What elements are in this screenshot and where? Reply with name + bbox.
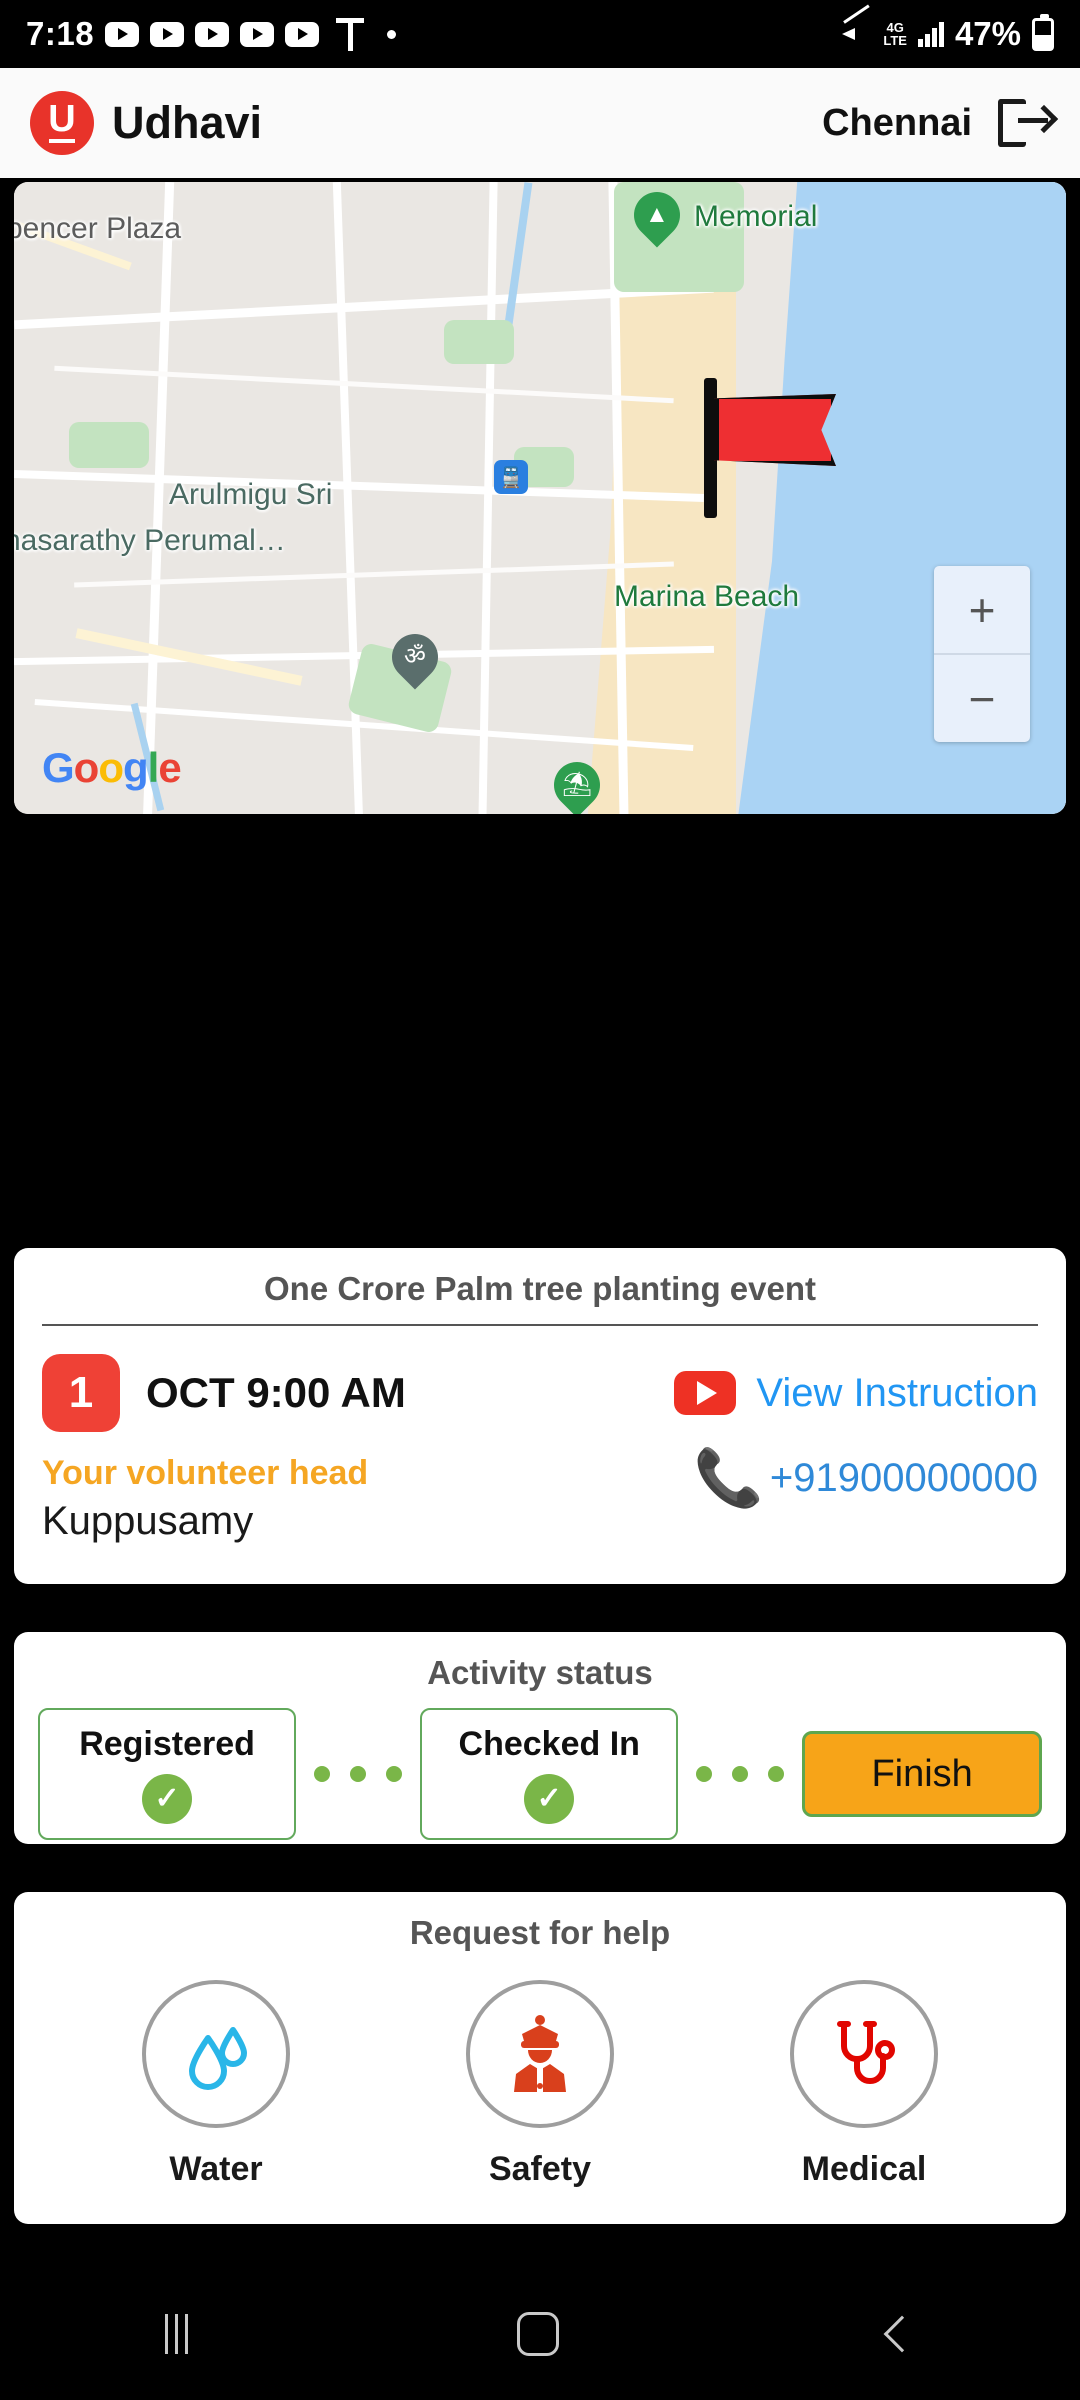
status-connector-dots xyxy=(678,1766,802,1782)
request-help-options: Water Safety Medical xyxy=(14,1968,1066,2189)
back-button[interactable] xyxy=(883,2315,921,2353)
volunteer-head-phone: +91900000000 xyxy=(769,1455,1038,1500)
zoom-out-button[interactable]: − xyxy=(934,655,1030,742)
status-dot-icon xyxy=(387,29,397,39)
map-label: hasarathy Perumal… xyxy=(14,524,286,557)
app-header: U Udhavi Chennai xyxy=(0,68,1080,178)
train-icon[interactable]: 🚆 xyxy=(494,460,528,494)
recent-apps-button[interactable] xyxy=(164,2314,188,2354)
view-instruction-button[interactable]: View Instruction xyxy=(674,1371,1038,1416)
carrier-logo-icon xyxy=(336,17,365,51)
event-title: One Crore Palm tree planting event xyxy=(264,1270,816,1307)
event-date-badge: 1 xyxy=(42,1354,120,1432)
logout-icon[interactable] xyxy=(998,97,1059,149)
check-icon: ✓ xyxy=(524,1773,575,1824)
youtube-play-icon xyxy=(240,21,275,47)
app-header-right: Chennai xyxy=(822,97,1059,149)
check-icon: ✓ xyxy=(142,1773,193,1824)
city-label[interactable]: Chennai xyxy=(822,102,972,145)
google-logo-letter: l xyxy=(147,744,160,791)
help-option-safety[interactable]: Safety xyxy=(466,1980,614,2189)
home-button[interactable] xyxy=(517,2312,560,2356)
youtube-play-icon xyxy=(285,21,320,47)
status-bar-left: 7:18 xyxy=(26,15,397,53)
status-step-registered[interactable]: Registered ✓ xyxy=(38,1708,297,1840)
battery-percent: 47% xyxy=(954,15,1021,52)
map-zoom-controls[interactable]: + − xyxy=(934,566,1030,742)
stethoscope-icon xyxy=(790,1980,938,2128)
request-help-title: Request for help xyxy=(409,1914,671,1951)
status-connector-dots xyxy=(296,1766,420,1782)
help-option-medical[interactable]: Medical xyxy=(790,1980,938,2189)
map-park xyxy=(444,320,514,364)
udhavi-logo-icon: U xyxy=(30,91,94,155)
map-label: Memorial xyxy=(694,200,818,233)
map-view[interactable]: ▲ 🚆 🚆 ॐ ⛱ 📷 ✝ pencer Plaza Memorial Arul… xyxy=(14,182,1066,814)
red-flag-marker[interactable] xyxy=(704,378,854,518)
activity-status-title: Activity status xyxy=(427,1654,653,1691)
police-officer-icon xyxy=(466,1980,614,2128)
youtube-play-icon xyxy=(195,21,230,47)
event-datetime-row: 1 OCT 9:00 AM View Instruction xyxy=(14,1326,1066,1432)
status-bar-right: 4G LTE 47% xyxy=(842,4,1054,53)
status-bar: 7:18 4G LTE 47% xyxy=(0,0,1080,68)
water-drops-icon xyxy=(142,1980,290,2128)
map-park xyxy=(69,422,149,468)
help-option-label: Medical xyxy=(801,2150,927,2188)
map-label: pencer Plaza xyxy=(14,212,182,245)
help-option-water[interactable]: Water xyxy=(142,1980,290,2189)
battery-icon xyxy=(1032,13,1054,51)
status-time: 7:18 xyxy=(26,15,95,52)
activity-status-steps: Registered ✓ Checked In ✓ Finish xyxy=(14,1708,1066,1840)
status-step-label: Checked In xyxy=(458,1724,640,1763)
help-option-label: Safety xyxy=(488,2150,592,2188)
google-logo-letter: o xyxy=(98,744,124,791)
call-volunteer-head-button[interactable]: 📞 +91900000000 xyxy=(694,1450,1038,1506)
system-nav-bar xyxy=(0,2268,1080,2400)
youtube-play-icon xyxy=(150,21,185,47)
google-logo-letter: o xyxy=(73,744,100,791)
phone-screen: 7:18 4G LTE 47% U Udhavi Chennai ▲ 🚆 ॐ ⛱… xyxy=(0,0,1080,2400)
map-park xyxy=(614,182,744,292)
help-option-label: Water xyxy=(169,2150,263,2188)
google-logo-letter: g xyxy=(122,744,149,791)
map-label: Marina Beach xyxy=(614,580,800,613)
event-card: One Crore Palm tree planting event 1 OCT… xyxy=(14,1248,1066,1584)
map-label: Arulmigu Sri xyxy=(169,478,333,511)
brand: U Udhavi xyxy=(30,91,262,155)
view-instruction-label: View Instruction xyxy=(756,1370,1038,1415)
google-logo: Google xyxy=(42,744,182,792)
status-step-label: Registered xyxy=(79,1724,255,1763)
finish-button[interactable]: Finish xyxy=(802,1731,1043,1817)
youtube-play-icon xyxy=(105,21,140,47)
youtube-icon xyxy=(674,1371,737,1415)
event-datetime: OCT 9:00 AM xyxy=(146,1369,406,1416)
activity-status-card: Activity status Registered ✓ Checked In … xyxy=(14,1632,1066,1844)
app-title: Udhavi xyxy=(112,97,263,148)
google-logo-letter: G xyxy=(42,744,75,791)
zoom-in-button[interactable]: + xyxy=(934,566,1030,653)
phone-icon: 📞 xyxy=(693,1446,764,1509)
logo-letter: U xyxy=(48,97,76,140)
status-step-checked-in[interactable]: Checked In ✓ xyxy=(420,1708,679,1840)
signal-bars-icon xyxy=(917,21,944,47)
volunteer-head-row: Your volunteer head Kuppusamy 📞 +9190000… xyxy=(14,1432,1066,1544)
volume-mute-icon xyxy=(842,4,872,47)
request-help-card: Request for help Water Safety Medical xyxy=(14,1892,1066,2224)
google-logo-letter: e xyxy=(158,744,181,791)
network-type-icon: 4G LTE xyxy=(883,20,907,48)
